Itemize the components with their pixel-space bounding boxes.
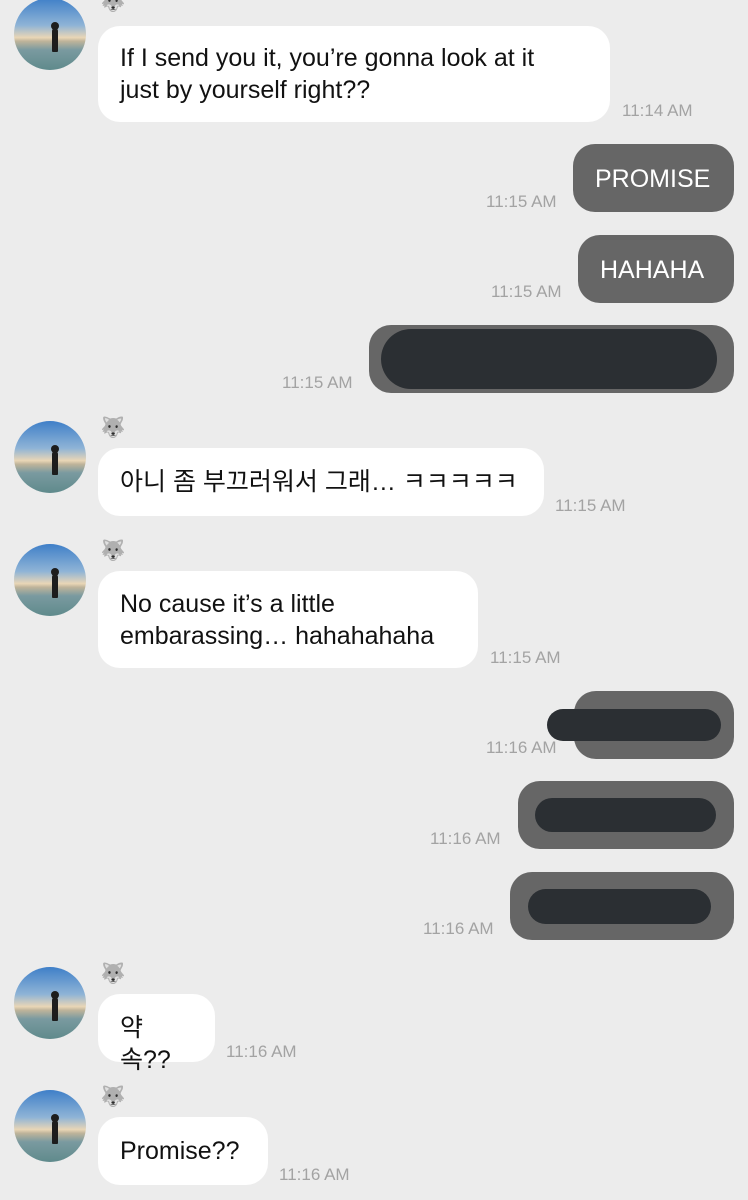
message-bubble-outgoing[interactable]: PROMISE	[573, 144, 734, 212]
message-timestamp: 11:16 AM	[423, 919, 494, 938]
wolf-icon: 🐺	[100, 417, 126, 439]
message-bubble-incoming[interactable]: No cause it’s a little embarassing… haha…	[98, 571, 478, 668]
redaction-block	[381, 329, 717, 389]
message-bubble-incoming[interactable]: Promise??	[98, 1117, 268, 1185]
message-text: Promise??	[120, 1137, 240, 1165]
message-timestamp: 11:16 AM	[226, 1042, 297, 1061]
message-text: PROMISE	[595, 165, 711, 193]
message-timestamp: 11:15 AM	[490, 648, 561, 667]
message-timestamp: 11:16 AM	[279, 1165, 350, 1184]
message-bubble-outgoing[interactable]	[518, 781, 734, 849]
wolf-icon: 🐺	[100, 1086, 126, 1108]
message-bubble-outgoing[interactable]	[510, 872, 734, 940]
avatar[interactable]	[14, 1090, 86, 1162]
message-timestamp: 11:15 AM	[282, 373, 353, 392]
redaction-block	[547, 709, 721, 741]
redaction-block	[528, 889, 711, 924]
avatar-figure	[52, 1120, 58, 1144]
message-timestamp: 11:15 AM	[555, 496, 626, 515]
message-bubble-incoming[interactable]: If I send you it, you’re gonna look at i…	[98, 26, 610, 122]
message-bubble-incoming[interactable]: 아니 좀 부끄러워서 그래… ㅋㅋㅋㅋㅋ	[98, 448, 544, 516]
message-text: HAHAHA	[600, 256, 705, 284]
message-timestamp: 11:15 AM	[486, 192, 557, 211]
avatar[interactable]	[14, 0, 86, 70]
wolf-icon: 🐺	[100, 540, 126, 562]
avatar-figure	[52, 28, 58, 52]
message-timestamp: 11:15 AM	[491, 282, 562, 301]
avatar-figure	[52, 574, 58, 598]
message-timestamp: 11:14 AM	[622, 101, 693, 120]
message-text: If I send you it, you’re gonna look at i…	[120, 44, 535, 104]
avatar[interactable]	[14, 967, 86, 1039]
avatar[interactable]	[14, 421, 86, 493]
avatar-figure	[52, 997, 58, 1021]
wolf-icon: 🐺	[100, 963, 126, 985]
avatar[interactable]	[14, 544, 86, 616]
message-timestamp: 11:16 AM	[430, 829, 501, 848]
message-text: 아니 좀 부끄러워서 그래… ㅋㅋㅋㅋㅋ	[120, 468, 518, 496]
message-text: No cause it’s a little embarassing… haha…	[120, 590, 435, 650]
avatar-figure	[52, 451, 58, 475]
message-bubble-outgoing[interactable]	[369, 325, 734, 393]
message-bubble-incoming[interactable]: 약속??	[98, 994, 215, 1074]
message-bubble-outgoing[interactable]: HAHAHA	[578, 235, 734, 303]
message-timestamp: 11:16 AM	[486, 738, 557, 757]
message-text: 약속??	[120, 1014, 171, 1074]
wolf-icon: 🐺	[100, 0, 126, 13]
redaction-block	[535, 798, 716, 832]
